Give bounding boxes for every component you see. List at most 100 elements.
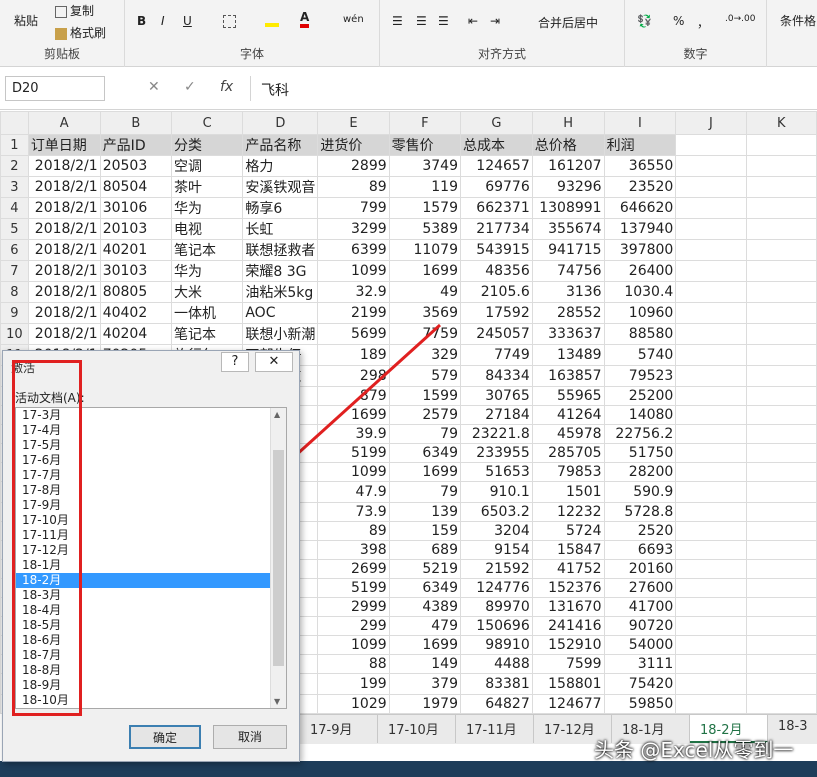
cell[interactable]: 空调: [171, 155, 244, 177]
align-left-icon[interactable]: ☰: [392, 14, 403, 28]
scroll-up-icon[interactable]: ▲: [274, 410, 280, 419]
currency-icon[interactable]: 💱: [637, 14, 652, 28]
insert-function-button[interactable]: fx: [220, 79, 233, 95]
column-header[interactable]: B: [99, 111, 173, 135]
cell[interactable]: [675, 218, 747, 240]
cell[interactable]: 7749: [460, 344, 533, 366]
cell[interactable]: 3299: [317, 218, 390, 240]
cell[interactable]: 689: [388, 540, 462, 560]
merge-center-button[interactable]: 合并后居中: [538, 14, 598, 31]
comma-button[interactable]: ，: [697, 14, 709, 31]
cell[interactable]: 2018/2/1: [27, 260, 101, 282]
cell[interactable]: 荣耀8 3G: [242, 260, 319, 282]
cell[interactable]: 299: [317, 616, 390, 636]
row-header[interactable]: 1: [0, 134, 29, 156]
cell[interactable]: [745, 635, 817, 655]
cell[interactable]: 69776: [460, 176, 533, 198]
cell[interactable]: 161207: [531, 155, 605, 177]
cell[interactable]: 总成本: [460, 134, 533, 156]
cell[interactable]: 32.9: [317, 281, 390, 303]
cell[interactable]: 80805: [99, 281, 173, 303]
cell[interactable]: 2018/2/1: [27, 281, 101, 303]
sheet-tab[interactable]: 17-11月: [456, 715, 534, 743]
cell[interactable]: 75420: [603, 673, 677, 695]
cell[interactable]: 5699: [317, 323, 390, 345]
cell[interactable]: 2105.6: [460, 281, 533, 303]
cell[interactable]: 124677: [531, 694, 605, 714]
cell[interactable]: 245057: [460, 323, 533, 345]
cell[interactable]: 1099: [317, 260, 390, 282]
cell[interactable]: 1501: [531, 481, 605, 503]
cell[interactable]: 5724: [531, 521, 605, 541]
cell[interactable]: 152910: [531, 635, 605, 655]
cell[interactable]: 26400: [603, 260, 677, 282]
cell[interactable]: 17592: [460, 302, 533, 324]
cell[interactable]: 11079: [388, 239, 462, 261]
cell[interactable]: [675, 239, 747, 261]
cell[interactable]: 124657: [460, 155, 533, 177]
cell[interactable]: 4488: [460, 654, 533, 674]
cell[interactable]: [675, 176, 747, 198]
cell[interactable]: [745, 344, 817, 366]
cell[interactable]: 217734: [460, 218, 533, 240]
border-button[interactable]: [223, 14, 236, 28]
cell[interactable]: 40201: [99, 239, 173, 261]
cell[interactable]: 398: [317, 540, 390, 560]
cell[interactable]: 12232: [531, 502, 605, 522]
cell[interactable]: 1030.4: [603, 281, 677, 303]
cell[interactable]: 73.9: [317, 502, 390, 522]
cell[interactable]: 30106: [99, 197, 173, 219]
cell[interactable]: 2018/2/1: [27, 218, 101, 240]
cell[interactable]: 6349: [388, 443, 462, 463]
cell[interactable]: 6693: [603, 540, 677, 560]
cell[interactable]: 149: [388, 654, 462, 674]
cell[interactable]: 47.9: [317, 481, 390, 503]
cell[interactable]: 进货价: [317, 134, 390, 156]
copy-button[interactable]: 复制: [55, 2, 94, 19]
cell[interactable]: 1099: [317, 462, 390, 482]
cell[interactable]: 油粘米5kg: [242, 281, 319, 303]
cell[interactable]: 59850: [603, 694, 677, 714]
cell[interactable]: 22756.2: [603, 424, 677, 444]
cell[interactable]: 5219: [388, 559, 462, 579]
column-header[interactable]: E: [317, 111, 390, 135]
row-header[interactable]: 10: [0, 323, 29, 345]
cell[interactable]: 2018/2/1: [27, 197, 101, 219]
cell[interactable]: 14080: [603, 405, 677, 425]
cell[interactable]: 23221.8: [460, 424, 533, 444]
cell[interactable]: 285705: [531, 443, 605, 463]
cell[interactable]: [675, 521, 747, 541]
cell[interactable]: [745, 502, 817, 522]
cell[interactable]: 1699: [388, 635, 462, 655]
cell[interactable]: 79: [388, 481, 462, 503]
cell[interactable]: 48356: [460, 260, 533, 282]
cell[interactable]: [745, 386, 817, 406]
column-header[interactable]: J: [675, 111, 747, 135]
cell[interactable]: 2018/2/1: [27, 323, 101, 345]
cell[interactable]: [745, 462, 817, 482]
row-header[interactable]: 3: [0, 176, 29, 198]
cell[interactable]: 格力: [242, 155, 319, 177]
cell[interactable]: 39.9: [317, 424, 390, 444]
cell[interactable]: [745, 281, 817, 303]
cell[interactable]: 98910: [460, 635, 533, 655]
cell[interactable]: 124776: [460, 578, 533, 598]
cell[interactable]: 3204: [460, 521, 533, 541]
cell[interactable]: [745, 521, 817, 541]
cell[interactable]: 茶叶: [171, 176, 244, 198]
cell[interactable]: [675, 694, 747, 714]
align-center-icon[interactable]: ☰: [416, 14, 427, 28]
column-header[interactable]: K: [745, 111, 817, 135]
cell[interactable]: 355674: [531, 218, 605, 240]
cell[interactable]: 590.9: [603, 481, 677, 503]
cell[interactable]: 89: [317, 176, 390, 198]
cell[interactable]: [675, 635, 747, 655]
cell[interactable]: 879: [317, 386, 390, 406]
cell[interactable]: 27600: [603, 578, 677, 598]
cell[interactable]: 25200: [603, 386, 677, 406]
cancel-button[interactable]: 取消: [213, 725, 287, 749]
cell[interactable]: 379: [388, 673, 462, 695]
increase-decimal-icon[interactable]: .0→.00: [725, 14, 755, 24]
cell[interactable]: 158801: [531, 673, 605, 695]
cell[interactable]: [745, 239, 817, 261]
